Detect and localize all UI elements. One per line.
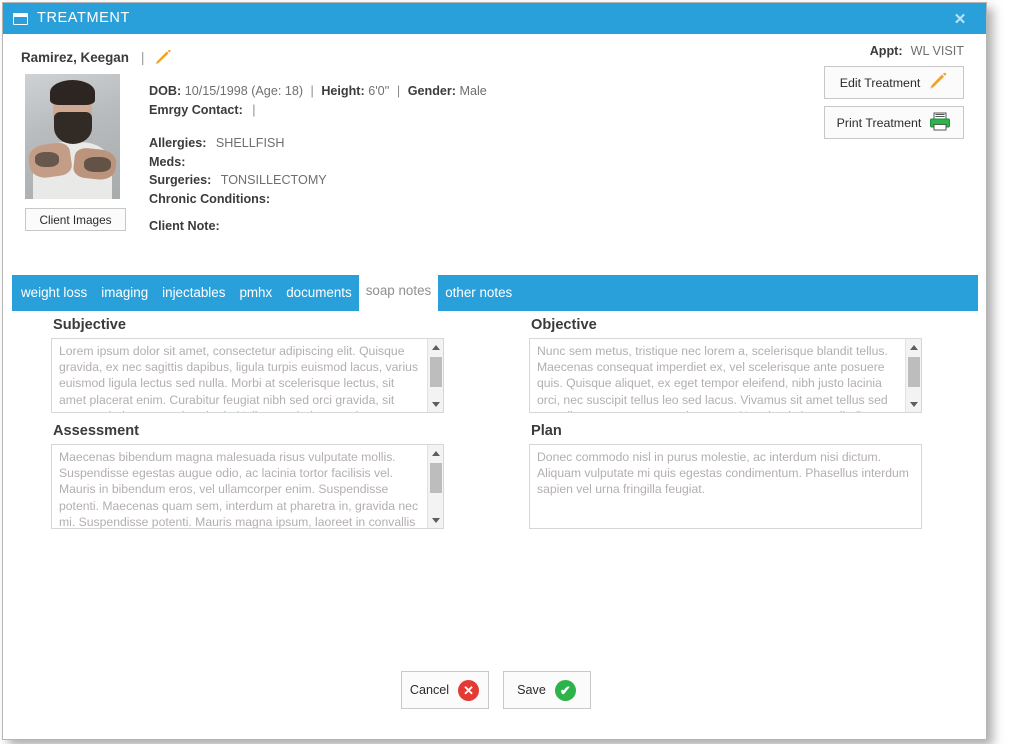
edit-treatment-label: Edit Treatment (839, 75, 921, 90)
window-titlebar: TREATMENT ✕ (3, 3, 986, 34)
subjective-label: Subjective (53, 317, 126, 333)
edit-treatment-button[interactable]: Edit Treatment (824, 66, 964, 99)
save-label: Save (517, 683, 546, 697)
treatment-window: TREATMENT ✕ Ramirez, Keegan | Appt: WL VI… (2, 2, 987, 740)
window-title: TREATMENT (37, 10, 130, 27)
assessment-scrollbar[interactable] (427, 445, 443, 528)
emrgy-contact-value: | (252, 102, 256, 117)
meds-label: Meds: (149, 154, 186, 169)
cancel-label: Cancel (409, 683, 450, 697)
check-circle-icon: ✔ (554, 679, 576, 701)
allergies-label: Allergies: (149, 136, 207, 150)
footer-actions: Cancel ✕ Save ✔ (3, 671, 986, 709)
scrollbar-thumb[interactable] (908, 357, 920, 387)
soap-row-2: Assessment Maecenas bibendum magna males… (3, 417, 986, 529)
patient-photo-column: Client Images (25, 74, 131, 236)
surgeries-label: Surgeries: (149, 173, 212, 187)
tab-documents[interactable]: documents (279, 275, 359, 311)
assessment-text: Maecenas bibendum magna malesuada risus … (59, 450, 419, 528)
plan-text: Donec commodo nisl in purus molestie, ac… (537, 450, 909, 497)
client-images-button[interactable]: Client Images (25, 208, 126, 231)
pencil-icon (928, 72, 948, 93)
scroll-up-icon[interactable] (428, 340, 443, 354)
dob-value: 10/15/1998 (Age: 18) (184, 84, 304, 98)
assessment-cell: Assessment Maecenas bibendum magna males… (51, 417, 449, 529)
patient-header: Ramirez, Keegan | Appt: WL VISIT Edit Tre… (3, 34, 986, 266)
scroll-up-icon[interactable] (906, 340, 921, 354)
soap-notes-panel: Subjective Lorem ipsum dolor sit amet, c… (3, 311, 986, 529)
scrollbar-thumb[interactable] (430, 463, 442, 493)
objective-label: Objective (531, 317, 597, 333)
appointment-block: Appt: WL VISIT Edit Treatment Print Treat… (784, 44, 964, 146)
printer-icon (929, 112, 951, 134)
height-label: Height: (321, 84, 365, 98)
name-separator: | (140, 49, 145, 65)
tab-pmhx[interactable]: pmhx (232, 275, 279, 311)
height-value: 6'0'' (368, 84, 390, 98)
subjective-cell: Subjective Lorem ipsum dolor sit amet, c… (51, 311, 449, 413)
gender-value: Male (459, 84, 487, 98)
appointment-label: Appt: (869, 44, 903, 58)
subjective-scrollbar[interactable] (427, 339, 443, 412)
objective-textarea[interactable]: Nunc sem metus, tristique nec lorem a, s… (529, 338, 922, 413)
plan-textarea[interactable]: Donec commodo nisl in purus molestie, ac… (529, 444, 922, 529)
cancel-button[interactable]: Cancel ✕ (400, 671, 489, 709)
assessment-textarea[interactable]: Maecenas bibendum magna malesuada risus … (51, 444, 444, 529)
plan-cell: Plan Donec commodo nisl in purus molesti… (529, 417, 927, 529)
close-icon[interactable]: ✕ (934, 3, 986, 34)
scroll-up-icon[interactable] (428, 446, 443, 460)
client-note-line: Client Note: (149, 217, 986, 236)
surgeries-line: Surgeries: TONSILLECTOMY (149, 171, 986, 190)
scroll-down-icon[interactable] (428, 397, 443, 411)
tab-other-notes[interactable]: other notes (438, 275, 519, 311)
patient-photo[interactable] (25, 74, 120, 199)
scrollbar-thumb[interactable] (430, 357, 442, 387)
tab-imaging[interactable]: imaging (94, 275, 155, 311)
emrgy-contact-label: Emrgy Contact: (149, 102, 243, 117)
surgeries-value: TONSILLECTOMY (220, 173, 327, 187)
assessment-label: Assessment (53, 423, 139, 439)
save-button[interactable]: Save ✔ (502, 671, 591, 709)
chronic-conditions-line: Chronic Conditions: (149, 190, 986, 209)
dob-label: DOB: (149, 84, 182, 98)
scroll-down-icon[interactable] (428, 513, 443, 527)
field-separator: | (396, 84, 401, 98)
objective-scrollbar[interactable] (905, 339, 921, 412)
soap-row-1: Subjective Lorem ipsum dolor sit amet, c… (3, 311, 986, 413)
field-separator: | (310, 84, 314, 98)
error-circle-icon: ✕ (458, 679, 480, 701)
allergies-value: SHELLFISH (215, 136, 285, 150)
subjective-text: Lorem ipsum dolor sit amet, consectetur … (59, 344, 419, 412)
subjective-textarea[interactable]: Lorem ipsum dolor sit amet, consectetur … (51, 338, 444, 413)
objective-cell: Objective Nunc sem metus, tristique nec … (529, 311, 927, 413)
meds-line: Meds: (149, 153, 986, 172)
chronic-conditions-label: Chronic Conditions: (149, 191, 271, 206)
plan-label: Plan (531, 423, 562, 439)
print-treatment-label: Print Treatment (836, 115, 922, 130)
patient-name: Ramirez, Keegan (21, 49, 129, 65)
tab-weight-loss[interactable]: weight loss (12, 275, 94, 311)
appointment-line: Appt: WL VISIT (784, 44, 964, 58)
print-treatment-button[interactable]: Print Treatment (824, 106, 964, 139)
gender-label: Gender: (407, 84, 456, 98)
pencil-icon[interactable] (154, 49, 172, 65)
tab-bar: weight loss imaging injectables pmhx doc… (12, 274, 978, 326)
client-note-label: Client Note: (149, 219, 220, 233)
appointment-value: WL VISIT (910, 44, 964, 58)
scroll-down-icon[interactable] (906, 397, 921, 411)
objective-text: Nunc sem metus, tristique nec lorem a, s… (537, 344, 891, 412)
tab-injectables[interactable]: injectables (155, 275, 232, 311)
window-icon (13, 12, 28, 25)
